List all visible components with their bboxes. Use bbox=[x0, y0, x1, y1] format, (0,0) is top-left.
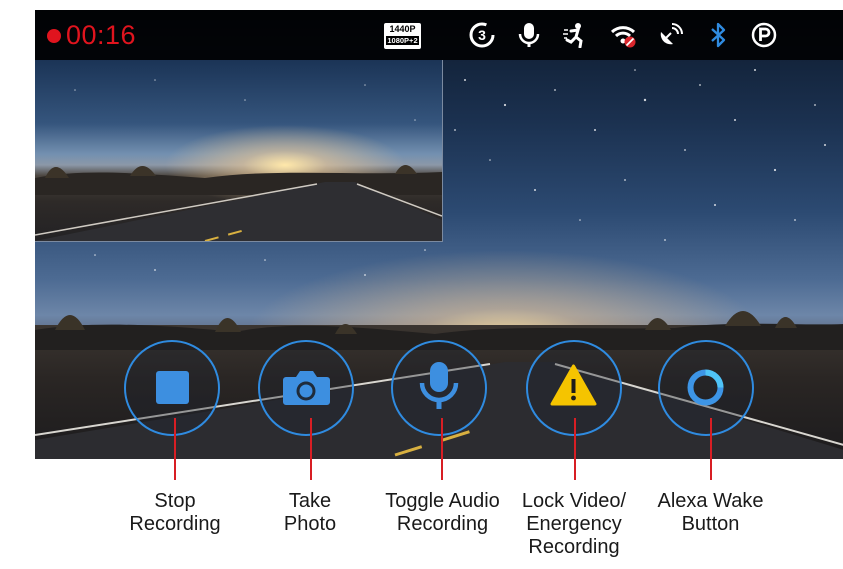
toggle-audio-button[interactable] bbox=[391, 340, 487, 436]
stop-pointer-line bbox=[174, 418, 176, 480]
label-line: Photo bbox=[283, 513, 337, 535]
stop-recording-button[interactable] bbox=[124, 340, 220, 436]
dashcam-screen: 00:16 1440P 1080P+2 3 bbox=[35, 10, 843, 459]
label-line: Recording bbox=[129, 513, 221, 535]
gps-satellite-icon bbox=[660, 23, 683, 45]
rear-camera-scene bbox=[35, 79, 442, 241]
camera-icon bbox=[283, 371, 330, 405]
stop-square-icon bbox=[156, 371, 189, 404]
recording-timer: 00:16 bbox=[66, 20, 137, 50]
status-bar: 00:16 1440P 1080P+2 3 bbox=[35, 10, 843, 60]
alexa-wake-button[interactable] bbox=[658, 340, 754, 436]
bluetooth-icon bbox=[711, 22, 726, 48]
label-line: Alexa Wake bbox=[657, 490, 764, 512]
label-line: Lock Video/ bbox=[521, 490, 627, 512]
svg-text:3: 3 bbox=[478, 27, 486, 43]
alexa-wake-label: Alexa Wake Button bbox=[648, 490, 773, 536]
parking-mode-icon bbox=[751, 22, 777, 48]
label-line: Stop bbox=[154, 490, 196, 512]
label-line: Toggle Audio bbox=[385, 490, 500, 512]
take-photo-label: Take Photo bbox=[255, 490, 365, 536]
label-line: Button bbox=[681, 513, 740, 535]
stop-recording-label: Stop Recording bbox=[115, 490, 235, 536]
label-line: Recording bbox=[528, 536, 620, 558]
audio-pointer-line bbox=[441, 418, 443, 480]
lock-video-label: Lock Video/ Energency Recording bbox=[515, 490, 633, 559]
lock-pointer-line bbox=[574, 418, 576, 480]
alexa-ring-icon bbox=[687, 369, 724, 406]
photo-pointer-line bbox=[310, 418, 312, 480]
loop-3-icon: 3 bbox=[469, 22, 495, 48]
rear-camera-preview[interactable] bbox=[35, 60, 443, 242]
toggle-audio-label: Toggle Audio Recording bbox=[370, 490, 515, 536]
resolution-icon: 1440P 1080P+2 bbox=[384, 23, 421, 49]
label-line: Energency bbox=[526, 513, 622, 535]
alexa-pointer-line bbox=[710, 418, 712, 480]
resolution-bottom-label: 1080P+2 bbox=[386, 36, 419, 45]
recording-dot-icon bbox=[47, 29, 61, 43]
microphone-icon bbox=[518, 23, 540, 47]
label-line: Take bbox=[288, 490, 332, 512]
resolution-top-label: 1440P bbox=[389, 24, 416, 34]
microphone-icon bbox=[419, 362, 459, 409]
label-line: Recording bbox=[396, 513, 489, 535]
wifi-off-icon bbox=[610, 26, 636, 48]
take-photo-button[interactable] bbox=[258, 340, 354, 436]
motion-sensor-icon bbox=[563, 23, 583, 48]
